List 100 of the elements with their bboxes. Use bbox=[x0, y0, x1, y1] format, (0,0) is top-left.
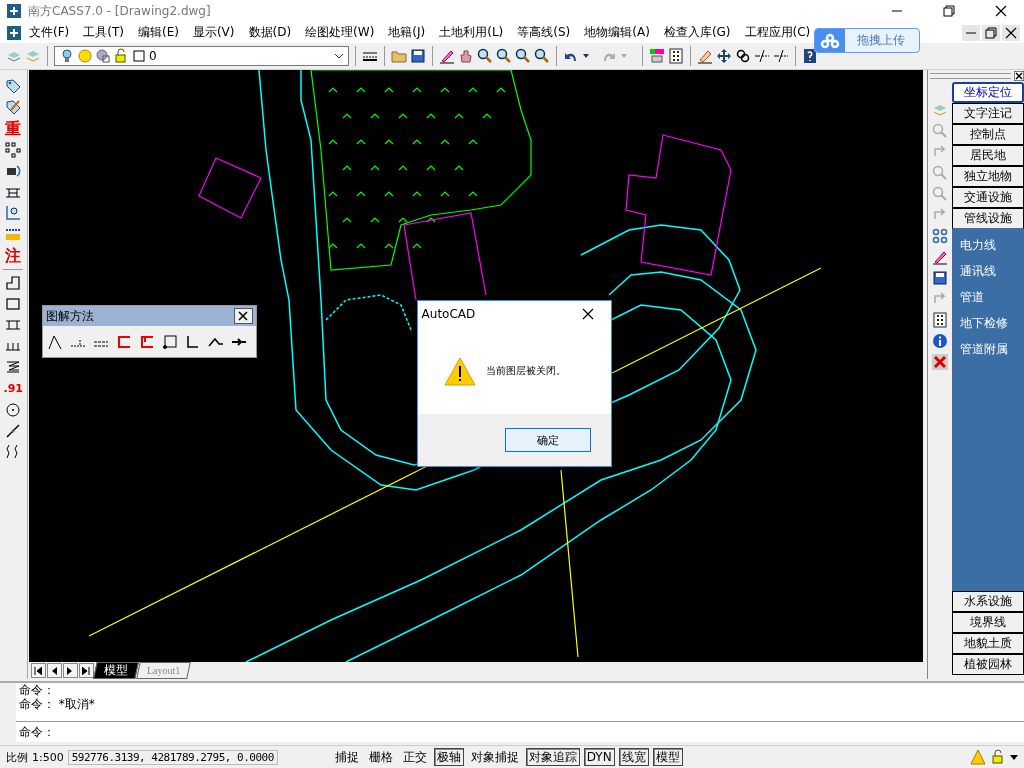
glyph-tool[interactable]: 注 bbox=[5, 247, 22, 264]
eraser-icon[interactable] bbox=[697, 48, 713, 64]
glyph-tool[interactable]: .91 bbox=[3, 380, 24, 397]
menu-item[interactable]: 检查入库(G) bbox=[656, 24, 738, 41]
left-triangle-icon bbox=[50, 666, 59, 675]
save-icon[interactable] bbox=[931, 270, 948, 286]
command-input[interactable]: 命令： bbox=[16, 721, 1024, 742]
sun-icon bbox=[77, 48, 93, 64]
rings-icon[interactable] bbox=[735, 48, 751, 64]
angle-line-icon[interactable] bbox=[46, 333, 63, 350]
submenu-item[interactable]: 通讯线 bbox=[959, 263, 1024, 280]
app-icon[interactable] bbox=[6, 24, 22, 41]
menu-item[interactable]: 绘图处理(W) bbox=[298, 24, 382, 41]
diagonal-line-icon[interactable] bbox=[5, 423, 22, 439]
ok-button[interactable]: 确定 bbox=[504, 428, 591, 452]
next-tab-button[interactable] bbox=[62, 663, 78, 678]
menu-item[interactable]: 土地利用(L) bbox=[432, 24, 511, 41]
submenu-item[interactable]: 管道附属 bbox=[959, 341, 1024, 358]
menu-item[interactable]: 工具(T) bbox=[76, 24, 131, 41]
category-button[interactable]: 居民地 bbox=[951, 145, 1024, 166]
dialog-title: AutoCAD bbox=[421, 307, 477, 321]
layout-tab[interactable]: 模型 bbox=[92, 662, 139, 679]
close-icon[interactable] bbox=[1014, 71, 1024, 81]
coordinates: 592776.3139, 4281789.2795, 0.0000 bbox=[67, 749, 278, 765]
caret-icon[interactable] bbox=[1010, 753, 1018, 761]
upload-button[interactable]: 拖拽上传 bbox=[814, 28, 920, 53]
close-icon bbox=[238, 311, 249, 321]
delete-icon[interactable] bbox=[931, 354, 948, 370]
category-button[interactable]: 文字注记 bbox=[951, 103, 1024, 124]
category-button[interactable]: 植被园林 bbox=[951, 654, 1024, 675]
glyph-tool[interactable]: 重 bbox=[5, 120, 22, 137]
padlock-icon[interactable] bbox=[990, 749, 1006, 765]
circle-dot-icon[interactable] bbox=[5, 402, 22, 418]
dot-grid-icon[interactable] bbox=[5, 142, 22, 158]
step-shape-icon[interactable] bbox=[5, 275, 22, 291]
warning-icon[interactable] bbox=[970, 749, 986, 765]
zoom-icon[interactable] bbox=[496, 48, 512, 64]
tag-pencil-icon[interactable] bbox=[5, 99, 22, 115]
category-button[interactable]: 管线设施 bbox=[951, 208, 1024, 229]
category-button[interactable]: 控制点 bbox=[951, 124, 1024, 145]
layer-dropdown[interactable]: 0 bbox=[54, 46, 349, 66]
command-history-line: 命令： *取消* bbox=[19, 697, 96, 711]
first-icon bbox=[34, 666, 43, 675]
rectangle-icon[interactable] bbox=[5, 296, 22, 312]
status-toggle[interactable]: 线宽 bbox=[618, 748, 649, 766]
submenu-item[interactable]: 电力线 bbox=[959, 237, 1024, 254]
last-icon bbox=[82, 666, 91, 675]
menu-item[interactable]: 文件(F) bbox=[22, 24, 77, 41]
ruler-icon[interactable] bbox=[5, 226, 22, 242]
pencil-icon[interactable] bbox=[439, 48, 455, 64]
warning-icon bbox=[443, 355, 476, 386]
dialog-message: 当前图层被关闭。 bbox=[485, 363, 566, 378]
category-button[interactable]: 坐标定位 bbox=[951, 82, 1024, 103]
submenu-item[interactable]: 地下检修 bbox=[959, 315, 1024, 332]
camera-rotate-icon[interactable] bbox=[5, 163, 22, 179]
category-button[interactable]: 独立地物 bbox=[951, 166, 1024, 187]
menu-item[interactable]: 显示(V) bbox=[185, 24, 242, 41]
tag-icon[interactable] bbox=[5, 78, 22, 94]
info-icon[interactable] bbox=[931, 333, 948, 349]
category-button[interactable]: 交通设施 bbox=[951, 187, 1024, 208]
menu-item[interactable]: 地籍(J) bbox=[381, 24, 433, 41]
status-toggle[interactable]: DYN bbox=[583, 748, 615, 766]
zoom-icon[interactable] bbox=[477, 48, 493, 64]
close-icon[interactable] bbox=[993, 3, 1009, 19]
pencil-icon[interactable] bbox=[931, 249, 948, 265]
menu-item[interactable]: 等高线(S) bbox=[510, 24, 578, 41]
category-button[interactable]: 境界线 bbox=[951, 612, 1024, 633]
zigzag-icon[interactable] bbox=[5, 359, 22, 375]
restore-icon[interactable] bbox=[941, 3, 957, 19]
ladder-icon[interactable] bbox=[5, 317, 22, 333]
restore-icon[interactable] bbox=[983, 24, 999, 41]
category-button[interactable]: 地貌土质 bbox=[951, 633, 1024, 654]
last-tab-button[interactable] bbox=[78, 663, 94, 678]
previous-tab-button[interactable] bbox=[46, 663, 62, 678]
menu-item[interactable]: 地物编辑(A) bbox=[577, 24, 657, 41]
move-icon[interactable] bbox=[716, 48, 732, 64]
zoom-icon[interactable] bbox=[515, 48, 531, 64]
zoom-icon[interactable] bbox=[534, 48, 550, 64]
status-toggle[interactable]: 对象追踪 bbox=[525, 748, 580, 766]
notched-bracket-icon[interactable] bbox=[138, 333, 155, 350]
first-tab-button[interactable] bbox=[30, 663, 46, 678]
node-dots-icon[interactable] bbox=[931, 228, 948, 244]
table-icon[interactable] bbox=[931, 312, 948, 328]
square-node-icon[interactable] bbox=[161, 333, 178, 350]
help-icon[interactable] bbox=[802, 48, 818, 64]
submenu-item[interactable]: 管道 bbox=[959, 289, 1024, 306]
close-button[interactable] bbox=[233, 308, 253, 324]
menu-item[interactable]: 编辑(E) bbox=[130, 24, 186, 41]
table-icon[interactable] bbox=[668, 48, 684, 64]
hand-icon[interactable] bbox=[458, 48, 474, 64]
status-toggle[interactable]: 模型 bbox=[652, 748, 683, 766]
line-break-icon[interactable] bbox=[754, 48, 770, 64]
corner-line-icon[interactable] bbox=[184, 333, 201, 350]
category-button[interactable]: 水系设施 bbox=[951, 591, 1024, 612]
menu-item[interactable]: 数据(D) bbox=[241, 24, 299, 41]
axes-zoom-icon[interactable] bbox=[5, 205, 22, 221]
save-icon[interactable] bbox=[410, 48, 426, 64]
app-icon bbox=[6, 3, 22, 19]
line-break-icon[interactable] bbox=[773, 48, 789, 64]
status-toggle[interactable]: 极轴 bbox=[433, 748, 464, 766]
